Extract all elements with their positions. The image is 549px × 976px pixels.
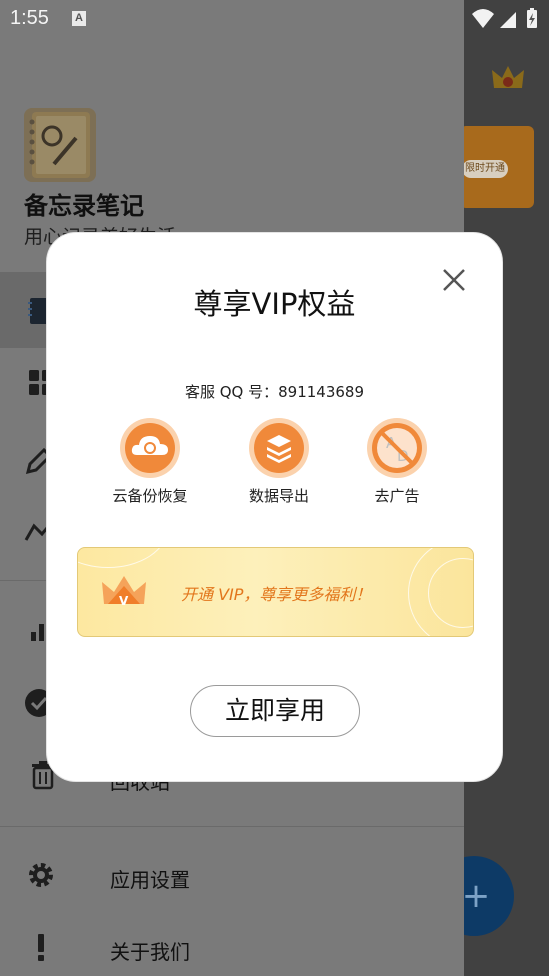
drawer-divider (0, 826, 464, 827)
drawer-item-settings-label[interactable]: 应用设置 (110, 864, 190, 893)
close-icon[interactable] (439, 265, 469, 295)
cloud-sync-icon (120, 418, 180, 478)
vip-benefits-dialog: 尊享VIP权益 客服 QQ 号：891143689 云备份恢复 数据导出 A (46, 232, 503, 782)
notification-letter-icon: A (72, 11, 86, 26)
status-bar: 1:55 A (0, 0, 549, 38)
signal-icon (500, 12, 516, 28)
svg-text:V: V (119, 594, 129, 608)
drawer-item-about-label[interactable]: 关于我们 (110, 936, 190, 965)
vip-crown-icon: V (102, 576, 146, 608)
drawer-app-title: 备忘录笔记 (24, 192, 144, 220)
promo-open-button[interactable]: 限时开通 (462, 160, 508, 178)
app-logo (24, 108, 96, 182)
gear-icon[interactable] (26, 860, 56, 890)
feature-data-export: 数据导出 (224, 417, 334, 507)
feature-remove-ads: A D 去广告 (342, 417, 452, 507)
exclamation-icon[interactable] (26, 932, 56, 962)
no-ads-icon: A D (367, 418, 427, 478)
vip-banner-text[interactable]: 开通 VIP，尊享更多福利！ (181, 581, 371, 605)
open-vip-banner[interactable]: V 开通 VIP，尊享更多福利！ (77, 547, 474, 637)
status-time: 1:55 (10, 7, 49, 29)
layers-icon (249, 418, 309, 478)
vip-crown-icon[interactable] (490, 62, 526, 96)
decorative-ring (78, 548, 168, 568)
feature-label: 数据导出 (248, 487, 309, 505)
feature-label: 云备份恢复 (112, 487, 188, 505)
status-icons (472, 8, 537, 28)
customer-service-qq: 客服 QQ 号：891143689 (184, 383, 365, 401)
dialog-title: 尊享VIP权益 (193, 287, 356, 321)
wifi-icon (472, 9, 494, 28)
use-now-button[interactable]: 立即享用 (190, 685, 360, 737)
feature-label: 去广告 (374, 487, 420, 505)
feature-cloud-backup: 云备份恢复 (95, 417, 205, 507)
